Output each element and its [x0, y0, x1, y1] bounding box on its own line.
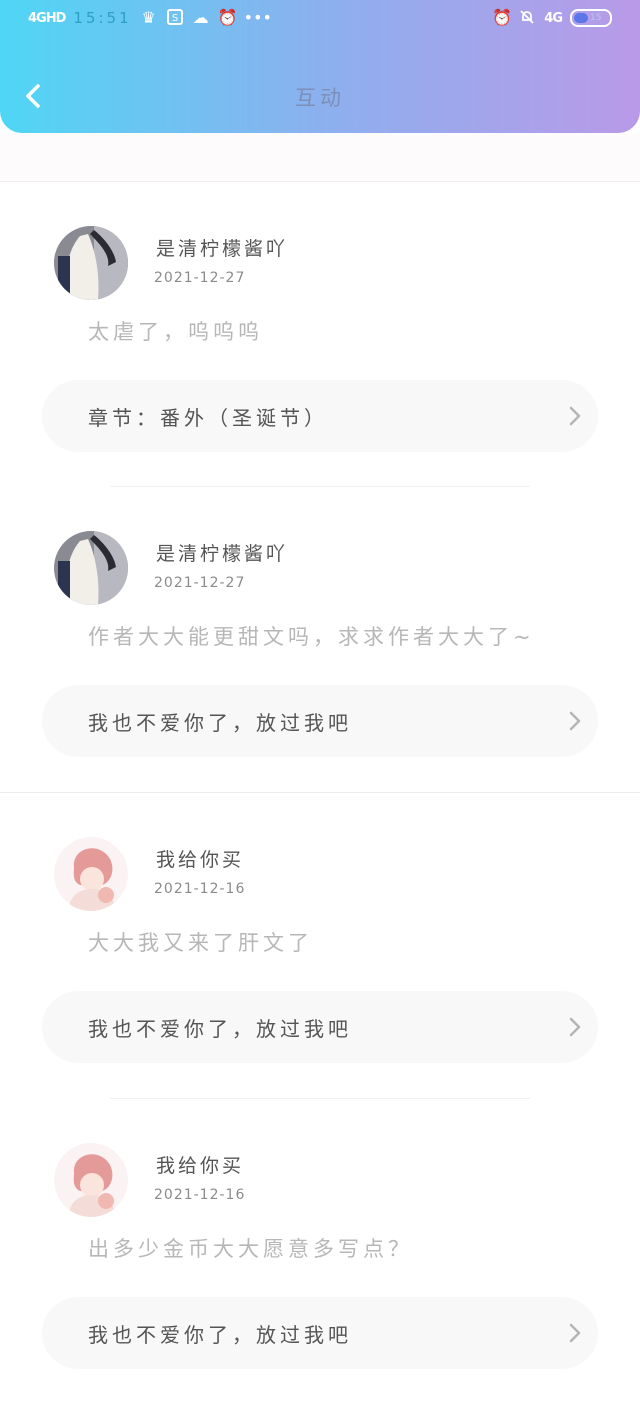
- network-4g-icon: 4G: [544, 10, 563, 26]
- chapter-link[interactable]: 我也不爱你了，放过我吧: [42, 685, 598, 757]
- battery-icon: 15: [570, 9, 612, 27]
- more-dots-icon: •••: [243, 8, 272, 27]
- avatar-anime-icon: [54, 837, 128, 911]
- chapter-link[interactable]: 我也不爱你了，放过我吧: [42, 1297, 598, 1369]
- username[interactable]: 我给你买: [156, 845, 244, 872]
- comment-text: 大大我又来了肝文了: [88, 931, 313, 955]
- avatar-girl-icon: [54, 531, 128, 605]
- chapter-title: 我也不爱你了，放过我吧: [88, 1323, 352, 1347]
- comment-text: 作者大大能更甜文吗，求求作者大大了~: [88, 625, 535, 649]
- comment-card: 我给你买 2021-12-16 出多少金币大大愿意多写点？ 我也不爱你了，放过我…: [0, 1099, 640, 1405]
- avatar[interactable]: [54, 1143, 128, 1217]
- comment-card: 是清柠檬酱吖 2021-12-27 作者大大能更甜文吗，求求作者大大了~ 我也不…: [0, 487, 640, 793]
- chevron-right-icon: [569, 1017, 581, 1037]
- comment-date: 2021-12-16: [154, 881, 246, 897]
- comment-date: 2021-12-16: [154, 1187, 246, 1203]
- status-time: 15:51: [73, 9, 132, 27]
- top-spacer: [0, 133, 640, 182]
- comment-date: 2021-12-27: [154, 575, 246, 591]
- header-bar: 4GHD 15:51 ♛ S ☁ ⏰ ••• ⏰ 4G 15 互动: [0, 0, 640, 133]
- avatar[interactable]: [54, 837, 128, 911]
- crown-icon: ♛: [141, 8, 156, 27]
- chapter-title: 我也不爱你了，放过我吧: [88, 711, 352, 735]
- chevron-right-icon: [569, 1323, 581, 1343]
- mute-bell-icon: [518, 9, 536, 27]
- comment-card: 我给你买 2021-12-16 大大我又来了肝文了 我也不爱你了，放过我吧: [0, 793, 640, 1099]
- username[interactable]: 是清柠檬酱吖: [156, 234, 288, 261]
- comment-date: 2021-12-27: [154, 270, 246, 286]
- cloud-icon: ☁: [192, 8, 209, 27]
- status-bar: 4GHD 15:51 ♛ S ☁ ⏰ ••• ⏰ 4G 15: [0, 0, 640, 40]
- comment-text: 出多少金币大大愿意多写点？: [88, 1237, 413, 1261]
- network-signal-icon: 4GHD: [28, 10, 66, 26]
- chapter-link[interactable]: 我也不爱你了，放过我吧: [42, 991, 598, 1063]
- chevron-right-icon: [569, 711, 581, 731]
- comment-text: 太虐了，呜呜呜: [88, 320, 263, 344]
- username[interactable]: 我给你买: [156, 1151, 244, 1178]
- page-title: 互动: [295, 86, 345, 110]
- alarm-clock-icon: ⏰: [217, 8, 238, 27]
- chapter-link[interactable]: 章节：番外（圣诞节）: [42, 380, 598, 452]
- chevron-right-icon: [569, 406, 581, 426]
- alarm-icon: ⏰: [492, 8, 513, 27]
- avatar-girl-icon: [54, 226, 128, 300]
- avatar[interactable]: [54, 226, 128, 300]
- chapter-title: 我也不爱你了，放过我吧: [88, 1017, 352, 1041]
- avatar[interactable]: [54, 531, 128, 605]
- chapter-title: 章节：番外（圣诞节）: [88, 406, 328, 430]
- avatar-anime-icon: [54, 1143, 128, 1217]
- app-s-icon: S: [166, 9, 184, 27]
- comment-card: 是清柠檬酱吖 2021-12-27 太虐了，呜呜呜 章节：番外（圣诞节）: [0, 182, 640, 488]
- svg-text:S: S: [171, 13, 177, 24]
- username[interactable]: 是清柠檬酱吖: [156, 539, 288, 566]
